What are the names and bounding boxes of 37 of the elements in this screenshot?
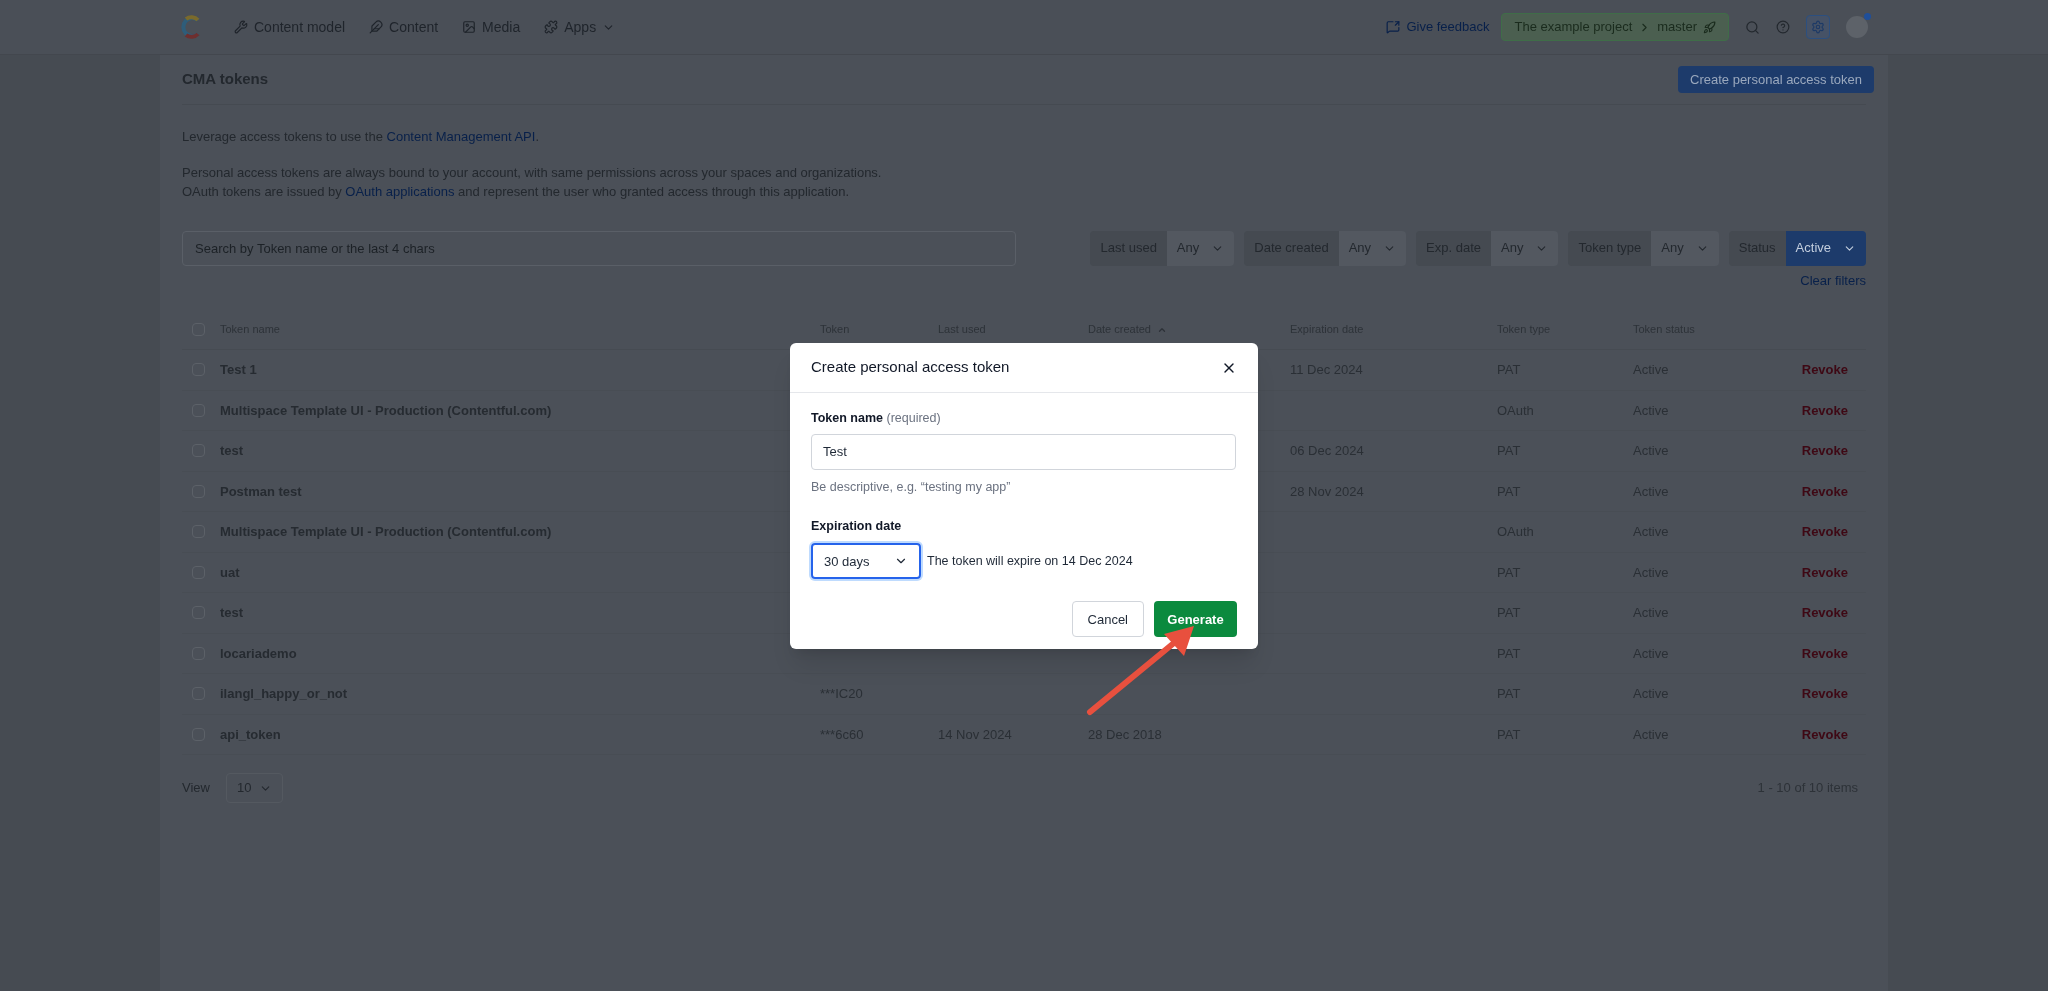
dialog-title: Create personal access token bbox=[811, 357, 1010, 378]
api-link[interactable]: Content Management API bbox=[386, 129, 536, 144]
expiration-select[interactable]: 30 days bbox=[811, 543, 921, 580]
logo-icon[interactable] bbox=[180, 15, 202, 39]
avatar[interactable] bbox=[1846, 16, 1868, 38]
revoke-link[interactable]: Revoke bbox=[1801, 684, 1848, 704]
generate-button[interactable]: Generate bbox=[1154, 601, 1237, 638]
feedback-icon bbox=[1386, 20, 1401, 34]
revoke-link[interactable]: Revoke bbox=[1801, 562, 1848, 582]
puzzle-icon bbox=[544, 20, 559, 34]
expiration-note: The token will expire on 14 Dec 2024 bbox=[927, 552, 1133, 570]
revoke-link[interactable]: Revoke bbox=[1801, 360, 1848, 380]
revoke-link[interactable]: Revoke bbox=[1801, 724, 1848, 744]
settings-icon bbox=[1811, 20, 1825, 34]
revoke-link[interactable]: Revoke bbox=[1801, 643, 1848, 663]
revoke-link[interactable]: Revoke bbox=[1801, 441, 1848, 461]
feather-icon bbox=[369, 20, 384, 34]
revoke-link[interactable]: Revoke bbox=[1801, 481, 1848, 501]
rocket-icon bbox=[1703, 20, 1716, 34]
oauth-link[interactable]: OAuth applications bbox=[345, 183, 455, 199]
field-label: Expiration date bbox=[811, 517, 903, 535]
settings-button[interactable] bbox=[1806, 15, 1830, 39]
search-icon[interactable] bbox=[1745, 19, 1760, 35]
create-token-button[interactable]: Create personal access token bbox=[1678, 66, 1874, 93]
token-name-input[interactable]: Test bbox=[811, 433, 1236, 470]
filter-dropdown[interactable]: Active bbox=[1785, 230, 1866, 266]
field-label: Token name (required) bbox=[811, 410, 942, 427]
feedback-link[interactable]: Give feedback bbox=[1386, 17, 1490, 37]
cancel-button[interactable]: Cancel bbox=[1071, 601, 1144, 638]
clear-filters-link[interactable]: Clear filters bbox=[1800, 270, 1866, 290]
image-icon bbox=[462, 20, 477, 34]
help-text: Be descriptive, e.g. “testing my app” bbox=[811, 478, 1012, 496]
revoke-link[interactable]: Revoke bbox=[1801, 400, 1848, 420]
help-icon[interactable] bbox=[1776, 20, 1790, 34]
revoke-link[interactable]: Revoke bbox=[1801, 522, 1848, 542]
revoke-link[interactable]: Revoke bbox=[1801, 603, 1848, 623]
wrench-icon bbox=[234, 20, 248, 34]
